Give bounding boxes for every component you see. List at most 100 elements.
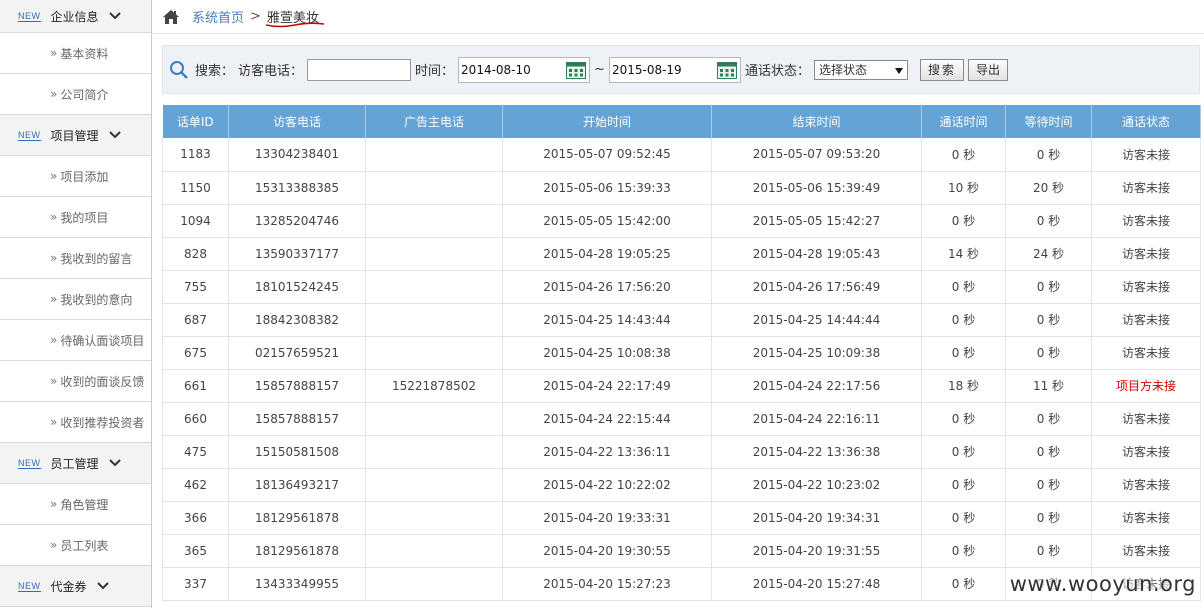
sidebar-item[interactable]: » 收到推荐投资者 [0, 402, 151, 443]
table-cell: 15857888157 [228, 402, 366, 436]
column-header: 通话时间 [921, 105, 1006, 138]
table-row: 366 18129561878 2015-04-20 19:33:31 2015-04… [162, 501, 1201, 535]
table-cell: 项目方未接 [1091, 369, 1201, 403]
calendar-icon[interactable] [716, 61, 737, 79]
sidebar-item-label: 基本资料 [60, 46, 109, 61]
breadcrumb-current: 雅萱美妆 [265, 7, 325, 28]
export-button[interactable]: 导出 [967, 58, 1008, 81]
table-row: 675 02157659521 2015-04-25 10:08:38 2015-04… [162, 336, 1201, 370]
table-cell: 675 [162, 336, 229, 370]
table-cell: 462 [162, 468, 229, 502]
call-records-table: 话单ID 访客电话 广告主电话 开始时间 结束时间 通话时间 等待时间 通话状态 1183 13… [162, 105, 1201, 601]
table-cell: 访客未接 [1091, 402, 1201, 436]
search-button[interactable]: 搜索 [919, 58, 964, 81]
sidebar-item[interactable]: » 员工列表 [0, 525, 151, 566]
table-cell: 2015-05-07 09:52:45 [502, 138, 712, 172]
sidebar-section-title: 代金券 [50, 579, 87, 594]
sidebar-item-label: 我收到的留言 [60, 251, 133, 266]
table-cell: 20 秒 [1005, 171, 1092, 205]
table-row: 687 18842308382 2015-04-25 14:43:44 2015-04… [162, 303, 1201, 337]
table-cell: 475 [162, 435, 229, 469]
sidebar-item-label: 项目添加 [60, 169, 109, 184]
column-header: 访客电话 [228, 105, 366, 138]
table-cell: 0 秒 [921, 204, 1006, 238]
calendar-icon[interactable] [566, 61, 587, 79]
table-cell: 24 秒 [1005, 237, 1092, 271]
table-cell: 2015-04-25 10:08:38 [502, 336, 712, 370]
sidebar-section-2[interactable]: NEW 员工管理 [0, 443, 151, 484]
table-cell: 18842308382 [228, 303, 366, 337]
table-row: 365 18129561878 2015-04-20 19:30:55 2015-04… [162, 534, 1201, 568]
double-chevron-right-icon: » [50, 333, 58, 347]
breadcrumb-separator: > [250, 9, 261, 24]
breadcrumb: 系统首页 > 雅萱美妆 [152, 0, 1204, 34]
sidebar-item[interactable]: » 我的项目 [0, 197, 151, 238]
sidebar-section-3[interactable]: NEW 代金券 [0, 566, 151, 607]
table-cell: 2015-04-24 22:17:56 [711, 369, 922, 403]
sidebar-item[interactable]: » 我收到的留言 [0, 238, 151, 279]
sidebar-item[interactable]: » 公司简介 [0, 74, 151, 115]
sidebar-section-1[interactable]: NEW 项目管理 [0, 115, 151, 156]
breadcrumb-home-link[interactable]: 系统首页 [192, 7, 244, 26]
table-cell: 2015-04-25 14:44:44 [711, 303, 922, 337]
new-badge: NEW [18, 10, 41, 22]
table-row: 475 15150581508 2015-04-22 13:36:11 2015-04… [162, 435, 1201, 469]
double-chevron-right-icon: » [50, 415, 58, 429]
table-cell: 0 秒 [921, 270, 1006, 304]
table-row: 1183 13304238401 2015-05-07 09:52:45 2015-0… [162, 138, 1201, 172]
sidebar-item-label: 我收到的意向 [60, 292, 133, 307]
table-cell: 15313388385 [228, 171, 366, 205]
table-cell: 661 [162, 369, 229, 403]
sidebar-item-label: 收到的面谈反馈 [60, 374, 145, 389]
table-cell: 2015-04-25 14:43:44 [502, 303, 712, 337]
table-cell: 0 秒 [1005, 336, 1092, 370]
table-cell: 访客未接 [1091, 171, 1201, 205]
table-cell: 1150 [162, 171, 229, 205]
table-cell: 0 秒 [1005, 435, 1092, 469]
column-header: 等待时间 [1005, 105, 1092, 138]
table-cell: 访客未接 [1091, 435, 1201, 469]
sidebar-item[interactable]: » 收到的面谈反馈 [0, 361, 151, 402]
table-cell: 访客未接 [1091, 237, 1201, 271]
table-cell [365, 171, 503, 205]
sidebar-item[interactable]: » 基本资料 [0, 33, 151, 74]
home-icon[interactable] [162, 9, 180, 25]
table-cell [365, 204, 503, 238]
status-select[interactable]: 选择状态 [813, 59, 908, 80]
table-cell: 2015-04-25 10:09:38 [711, 336, 922, 370]
sidebar-item[interactable]: » 项目添加 [0, 156, 151, 197]
table-cell [365, 270, 503, 304]
date-from-field[interactable]: 2014-08-10 [458, 56, 591, 83]
table-cell [365, 534, 503, 568]
table-cell: 13590337177 [228, 237, 366, 271]
phone-label: 访客电话： [238, 64, 304, 79]
column-header: 话单ID [162, 105, 229, 138]
table-cell: 2015-05-06 15:39:33 [502, 171, 712, 205]
table-cell: 660 [162, 402, 229, 436]
table-cell: 2015-04-22 10:23:02 [711, 468, 922, 502]
table-row: 1094 13285204746 2015-05-05 15:42:00 2015-0… [162, 204, 1201, 238]
watermark: www.wooyun.org [1009, 572, 1196, 596]
table-cell: 10 秒 [921, 171, 1006, 205]
table-cell: 0 秒 [921, 567, 1006, 601]
search-label: 搜索： [195, 64, 235, 79]
table-cell: 18 秒 [921, 369, 1006, 403]
sidebar-item[interactable]: » 待确认面谈项目 [0, 320, 151, 361]
sidebar-item-label: 角色管理 [60, 497, 109, 512]
table-row: 462 18136493217 2015-04-22 10:22:02 2015-04… [162, 468, 1201, 502]
table-cell [365, 567, 503, 601]
sidebar-item[interactable]: » 我收到的意向 [0, 279, 151, 320]
sidebar-section-0[interactable]: NEW 企业信息 [0, 0, 151, 33]
date-from-value: 2014-08-10 [461, 62, 531, 77]
table-cell: 2015-04-20 19:33:31 [502, 501, 712, 535]
table-cell: 0 秒 [1005, 138, 1092, 172]
date-to-field[interactable]: 2015-08-19 [608, 56, 741, 83]
sidebar-item[interactable]: » 角色管理 [0, 484, 151, 525]
table-cell: 0 秒 [1005, 204, 1092, 238]
sidebar-item-label: 收到推荐投资者 [60, 415, 145, 430]
new-badge: NEW [18, 580, 41, 592]
table-cell: 0 秒 [921, 138, 1006, 172]
table-cell: 2015-04-28 19:05:43 [711, 237, 922, 271]
double-chevron-right-icon: » [50, 251, 58, 265]
visitor-phone-input[interactable] [307, 58, 412, 81]
